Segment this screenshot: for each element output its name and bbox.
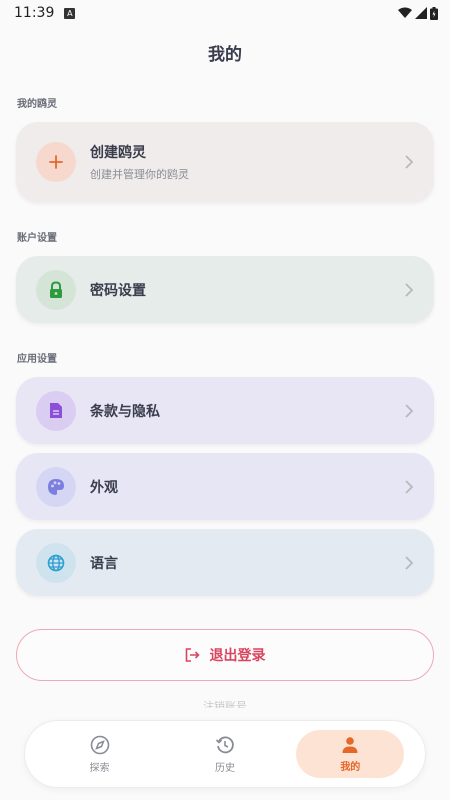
compass-icon: [90, 735, 109, 754]
chevron-right-icon: [405, 479, 414, 494]
create-spirit-subtitle: 创建并管理你的鸥灵: [90, 168, 189, 181]
create-spirit-title: 创建鸥灵: [90, 145, 146, 161]
chevron-right-icon: [405, 403, 414, 418]
nav-label-explore: 探索: [89, 762, 110, 774]
nav-tab-explore[interactable]: 探索: [46, 730, 154, 778]
appearance-card[interactable]: 外观: [16, 453, 434, 520]
section-label-app: 应用设置: [17, 354, 57, 365]
create-spirit-card[interactable]: 创建鸥灵 创建并管理你的鸥灵: [16, 122, 434, 202]
nav-tab-history[interactable]: 历史: [171, 730, 279, 778]
document-icon: [36, 390, 76, 431]
password-settings-title: 密码设置: [90, 282, 146, 299]
person-icon: [342, 736, 358, 753]
battery-icon: [430, 6, 438, 20]
status-bar: 11:39 A: [0, 0, 450, 26]
nav-tab-mine[interactable]: 我的: [296, 730, 405, 778]
globe-icon: [36, 542, 76, 583]
notification-icon: A: [64, 7, 76, 19]
password-settings-card[interactable]: 密码设置: [16, 256, 434, 323]
chevron-right-icon: [405, 555, 414, 570]
lock-icon: [36, 269, 76, 310]
language-card[interactable]: 语言: [16, 529, 434, 596]
page-title: 我的: [208, 45, 242, 65]
section-label-account: 账户设置: [17, 233, 57, 244]
logout-icon: [185, 648, 200, 662]
plus-icon: [36, 142, 76, 182]
signal-icon: [415, 7, 427, 19]
section-label-my-spirit: 我的鸥灵: [17, 99, 57, 110]
appearance-title: 外观: [90, 479, 118, 496]
wifi-icon: [398, 7, 412, 18]
terms-privacy-card[interactable]: 条款与隐私: [16, 377, 434, 444]
nav-label-mine: 我的: [340, 761, 361, 773]
delete-account-link[interactable]: 注销账号: [0, 698, 450, 708]
terms-privacy-title: 条款与隐私: [90, 403, 160, 420]
logout-button[interactable]: 退出登录: [16, 629, 434, 681]
history-icon: [215, 736, 234, 753]
logout-label: 退出登录: [209, 648, 266, 664]
palette-icon: [36, 466, 76, 507]
status-time: 11:39: [14, 5, 55, 21]
chevron-right-icon: [405, 155, 414, 169]
bottom-nav: 探索 历史 我的: [24, 720, 426, 788]
language-title: 语言: [90, 555, 118, 572]
chevron-right-icon: [405, 282, 414, 297]
nav-label-history: 历史: [214, 762, 235, 774]
